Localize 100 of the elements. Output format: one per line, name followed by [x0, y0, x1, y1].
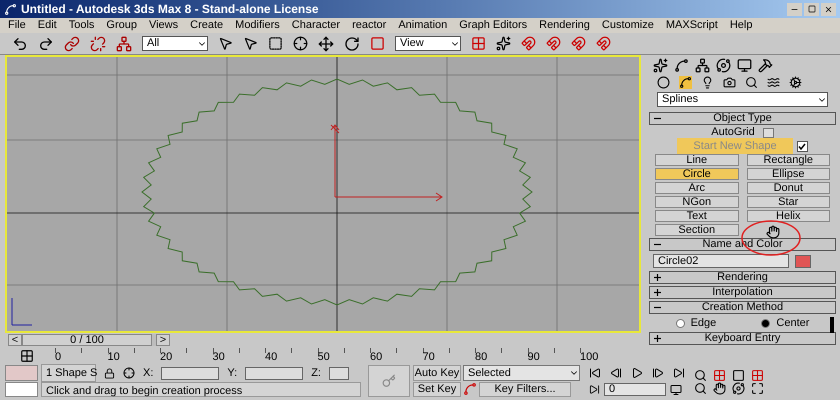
coordinate-system-dropdown[interactable]: View — [395, 36, 461, 51]
pointer-icon[interactable] — [218, 36, 233, 51]
menu-item[interactable]: Animation — [398, 17, 448, 34]
redo-icon[interactable] — [38, 36, 54, 52]
light-icon[interactable] — [701, 76, 714, 89]
rotate-icon[interactable] — [344, 36, 360, 52]
menu-item[interactable]: Customize — [602, 17, 654, 34]
pan-icon[interactable] — [713, 382, 726, 395]
go-to-start-icon[interactable] — [589, 367, 601, 379]
color-swatch[interactable] — [5, 365, 38, 381]
menu-item[interactable]: File — [8, 17, 26, 34]
key-mode-dropdown[interactable]: Selected — [463, 365, 580, 381]
key-filters-button[interactable]: Key Filters... — [479, 382, 571, 397]
shape-button[interactable]: Section — [655, 224, 738, 236]
maximize-viewport-icon[interactable] — [751, 382, 764, 395]
shapes-icon[interactable] — [679, 76, 692, 89]
rollout-header[interactable]: Keyboard Entry — [649, 332, 836, 345]
background-swatch[interactable] — [5, 382, 38, 397]
y-field[interactable] — [245, 366, 304, 380]
menu-item[interactable]: Edit — [38, 17, 57, 34]
utilities-tab-icon[interactable] — [758, 58, 773, 73]
move-icon[interactable] — [318, 36, 334, 52]
percent-snap-icon[interactable] — [571, 36, 586, 51]
lock-icon[interactable] — [104, 368, 115, 378]
start-new-shape-checkbox[interactable] — [796, 140, 808, 152]
time-config-icon[interactable] — [670, 384, 682, 396]
play-icon[interactable] — [631, 367, 643, 379]
shape-button[interactable]: Line — [655, 154, 738, 166]
rollout-header[interactable]: Interpolation — [649, 286, 836, 299]
menu-item[interactable]: Group — [106, 17, 137, 34]
auto-key-button[interactable]: Auto Key — [413, 365, 461, 381]
camera-icon[interactable] — [723, 76, 736, 89]
current-frame-field[interactable]: 0 — [604, 383, 666, 396]
absolute-mode-icon[interactable] — [123, 367, 135, 379]
category-dropdown[interactable]: Splines — [657, 92, 828, 107]
autogrid-checkbox[interactable] — [762, 128, 774, 138]
set-key-button[interactable]: Set Key — [413, 382, 461, 397]
shape-button[interactable]: Rectangle — [746, 154, 830, 166]
menu-item[interactable]: Character — [292, 17, 340, 34]
zoom-extents-icon[interactable] — [732, 369, 745, 382]
select-by-name-icon[interactable] — [243, 36, 258, 51]
creation-method-radio[interactable]: Center — [761, 314, 810, 332]
angle-snap-icon[interactable] — [546, 36, 561, 51]
close-button[interactable] — [821, 2, 836, 16]
shape-button[interactable]: Ellipse — [746, 168, 830, 180]
curve-icon[interactable] — [463, 382, 477, 396]
gear-icon[interactable] — [789, 76, 802, 89]
zoom-all-icon[interactable] — [713, 369, 726, 382]
menu-item[interactable]: Views — [148, 17, 178, 34]
creation-method-radio[interactable]: Edge — [676, 314, 716, 332]
zoom-icon[interactable] — [694, 369, 707, 382]
minimize-button[interactable] — [787, 2, 802, 16]
display-tab-icon[interactable] — [737, 58, 752, 73]
shape-button[interactable]: Donut — [746, 182, 830, 194]
zoom-extents-all-icon[interactable] — [751, 369, 764, 382]
rollout-header[interactable]: Rendering — [649, 271, 836, 284]
go-to-end-icon[interactable] — [673, 367, 685, 379]
menu-item[interactable]: Graph Editors — [459, 17, 528, 34]
sphere-icon[interactable] — [657, 76, 670, 89]
shape-button[interactable]: Text — [655, 210, 738, 222]
menu-item[interactable]: Create — [190, 17, 224, 34]
rollout-header[interactable]: Object Type — [649, 112, 836, 125]
name-field[interactable]: Circle02 — [653, 254, 789, 268]
create-tab-icon[interactable] — [653, 58, 668, 73]
scrollbar[interactable] — [830, 317, 834, 333]
shape-button[interactable]: Star — [746, 196, 830, 208]
menu-item[interactable]: Rendering — [539, 17, 590, 34]
menu-item[interactable]: MAXScript — [666, 17, 718, 34]
hierarchy-tab-icon[interactable] — [695, 58, 710, 73]
zoom-region-icon[interactable] — [694, 382, 707, 395]
motion-tab-icon[interactable] — [716, 58, 731, 73]
shape-button[interactable]: Arc — [655, 182, 738, 194]
menu-item[interactable]: Modifiers — [235, 17, 280, 34]
menu-item[interactable]: Help — [730, 17, 752, 34]
region-select-icon[interactable] — [268, 36, 283, 51]
shape-button[interactable]: NGon — [655, 196, 738, 208]
trackbar-icon[interactable] — [20, 349, 34, 363]
shape-button[interactable]: Helix — [746, 210, 830, 222]
orbit-icon[interactable] — [732, 382, 745, 395]
menu-item[interactable]: Tools — [68, 17, 94, 34]
undo-icon[interactable] — [12, 36, 28, 52]
window-crossing-icon[interactable] — [293, 36, 308, 51]
unlink-icon[interactable] — [90, 36, 106, 52]
maximize-button[interactable] — [804, 2, 819, 16]
previous-frame-icon[interactable] — [610, 367, 622, 379]
next-frame-button[interactable]: > — [156, 334, 170, 346]
next-frame-icon[interactable] — [652, 367, 664, 379]
waves-icon[interactable] — [767, 76, 780, 89]
previous-frame-button[interactable]: < — [8, 334, 22, 346]
z-field[interactable] — [328, 366, 349, 380]
network-icon[interactable] — [116, 36, 132, 52]
color-swatch[interactable] — [795, 254, 811, 268]
menu-item[interactable]: reactor — [352, 17, 386, 34]
magnet-icon[interactable] — [521, 36, 536, 51]
rollout-header[interactable]: Creation Method — [649, 301, 836, 314]
spinner-snap-icon[interactable] — [596, 36, 611, 51]
helper-icon[interactable] — [745, 76, 758, 89]
link-icon[interactable] — [64, 36, 80, 52]
shape-button[interactable]: Circle — [655, 168, 738, 180]
modify-tab-icon[interactable] — [674, 58, 689, 73]
